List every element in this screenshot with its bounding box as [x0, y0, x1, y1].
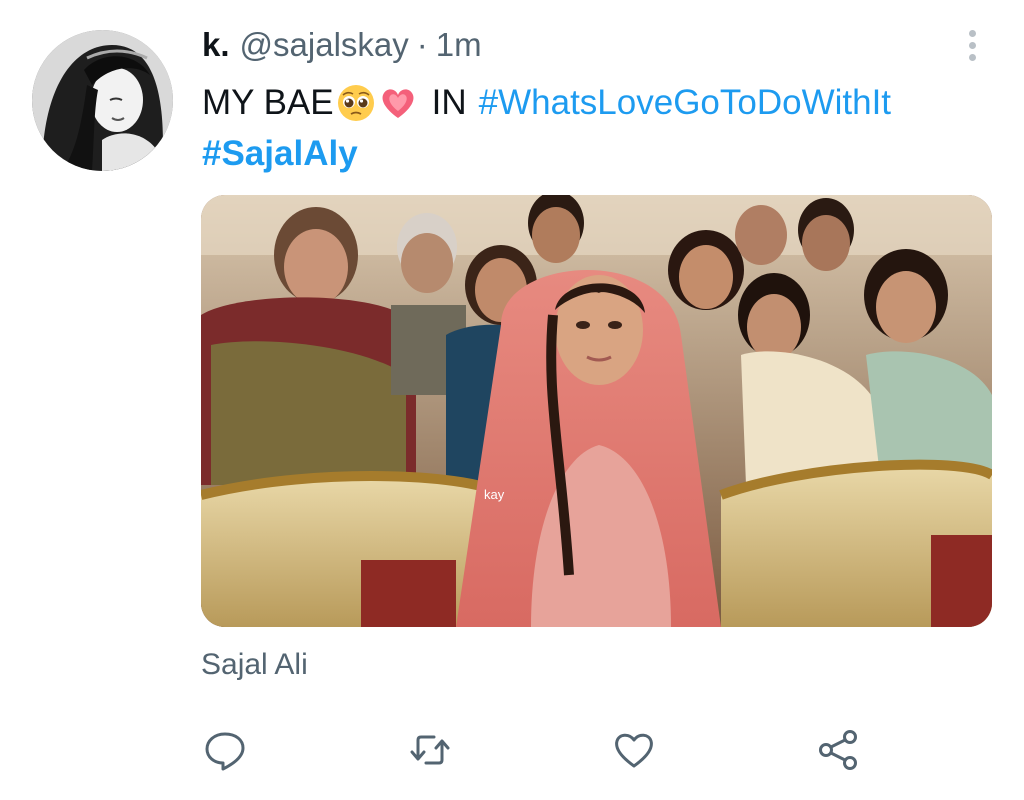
tweet-timestamp[interactable]: 1m — [436, 26, 482, 64]
tweet-text: MY BAE IN #WhatsLoveGoToDoWithIt — [202, 78, 891, 128]
author-handle[interactable]: @sajalskay — [240, 26, 409, 64]
avatar-image — [32, 30, 173, 171]
avatar[interactable] — [32, 30, 173, 171]
tagged-people-link[interactable]: Sajal Ali — [201, 648, 308, 682]
tweet-text-prefix: MY BAE — [202, 83, 334, 122]
tweet[interactable]: k. @sajalskay · 1m MY BAE IN #WhatsLoveG… — [0, 0, 1024, 800]
svg-text:kay: kay — [484, 487, 505, 502]
tweet-media-image[interactable]: kay kay — [201, 195, 992, 627]
tweet-header: k. @sajalskay · 1m — [202, 26, 482, 70]
retweet-icon[interactable] — [408, 728, 452, 772]
tweet-text-middle: IN — [431, 83, 467, 122]
more-vertical-icon[interactable] — [962, 30, 982, 70]
hashtag-link-sajalaly[interactable]: #SajalAly — [202, 134, 358, 182]
heart-icon[interactable] — [612, 728, 656, 772]
sparkling-heart-emoji — [378, 83, 418, 123]
author-display-name[interactable]: k. — [202, 26, 230, 64]
media-photo: kay — [201, 195, 992, 627]
hashtag-link-whatslovegotodowithit[interactable]: #WhatsLoveGoToDoWithIt — [479, 83, 891, 123]
pleading-face-emoji — [336, 83, 376, 123]
share-icon[interactable] — [816, 728, 860, 772]
separator-dot: · — [416, 26, 428, 63]
reply-icon[interactable] — [203, 728, 247, 772]
